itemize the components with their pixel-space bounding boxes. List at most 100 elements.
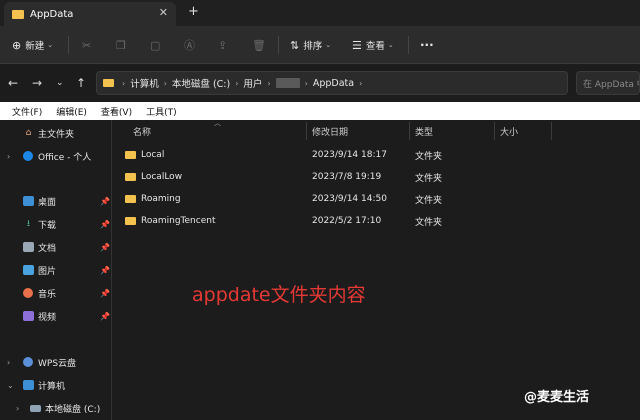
chevron-down-icon: ⌄ bbox=[325, 41, 332, 49]
table-row[interactable]: RoamingTencent 2022/5/2 17:10 文件夹 bbox=[113, 210, 640, 232]
menu-file[interactable]: 文件(F) bbox=[12, 105, 42, 118]
chevron-right-icon[interactable]: › bbox=[7, 152, 10, 161]
arrow-left-icon: ← bbox=[8, 76, 19, 90]
sidebar-item-pictures[interactable]: 图片 📌 bbox=[0, 260, 112, 280]
recent-locations-button[interactable]: ⌄ bbox=[56, 64, 64, 102]
breadcrumb-separator-icon: › bbox=[359, 78, 363, 88]
column-header-date[interactable]: 修改日期 bbox=[312, 120, 348, 142]
paste-button[interactable]: ▢ bbox=[150, 26, 164, 64]
address-row: ← → ⌄ ↑ › 计算机 › 本地磁盘 (C:) › 用户 › › AppDa… bbox=[0, 64, 640, 102]
redacted-username[interactable] bbox=[275, 78, 300, 88]
file-name: Local bbox=[141, 150, 165, 160]
menu-tools[interactable]: 工具(T) bbox=[146, 105, 177, 118]
copy-button[interactable]: ❐ bbox=[116, 26, 130, 64]
pin-icon[interactable]: 📌 bbox=[100, 197, 110, 206]
sidebar-item-desktop[interactable]: 桌面 📌 bbox=[0, 191, 112, 211]
share-button[interactable]: ⇪ bbox=[218, 26, 231, 64]
sidebar-item-music[interactable]: 音乐 📌 bbox=[0, 283, 112, 303]
sidebar-item-label: 图片 bbox=[38, 266, 57, 277]
pin-icon[interactable]: 📌 bbox=[100, 289, 110, 298]
rename-icon: Ⓐ bbox=[184, 39, 195, 52]
command-bar: ⊕ 新建 ⌄ ✂ ❐ ▢ Ⓐ ⇪ 🗑 ⇅ 排序 ⌄ ☰ 查看 ⌄ ··· bbox=[0, 26, 640, 64]
new-button[interactable]: ⊕ 新建 ⌄ bbox=[12, 26, 53, 64]
video-icon bbox=[23, 311, 34, 321]
pin-icon[interactable]: 📌 bbox=[100, 312, 110, 321]
share-icon: ⇪ bbox=[218, 38, 228, 52]
sidebar-item-office[interactable]: › Office - 个人 bbox=[0, 146, 112, 166]
drive-icon bbox=[30, 404, 41, 412]
view-lines-icon: ☰ bbox=[352, 38, 362, 52]
column-divider[interactable] bbox=[409, 122, 410, 140]
table-row[interactable]: LocalLow 2023/7/8 19:19 文件夹 bbox=[113, 166, 640, 188]
pin-icon[interactable]: 📌 bbox=[100, 220, 110, 229]
file-list: ︿ 名称 修改日期 类型 大小 Local 2023/9/14 18:17 文件… bbox=[113, 119, 640, 420]
sidebar-item-wps-cloud[interactable]: › WPS云盘 bbox=[0, 352, 112, 372]
up-button[interactable]: ↑ bbox=[76, 64, 86, 102]
chevron-right-icon[interactable]: › bbox=[7, 358, 10, 367]
forward-button[interactable]: → bbox=[32, 64, 42, 102]
tab-appdata[interactable]: AppData ✕ bbox=[4, 2, 176, 26]
pin-icon[interactable]: 📌 bbox=[100, 243, 110, 252]
sidebar-item-home[interactable]: ⌂ 主文件夹 bbox=[0, 123, 112, 143]
sidebar-item-documents[interactable]: 文档 📌 bbox=[0, 237, 112, 257]
breadcrumb-computer[interactable]: 计算机 bbox=[130, 76, 159, 90]
file-type: 文件夹 bbox=[415, 173, 443, 184]
folder-icon bbox=[125, 173, 136, 181]
file-name: LocalLow bbox=[141, 172, 183, 182]
chevron-right-icon[interactable]: › bbox=[16, 404, 19, 413]
file-type: 文件夹 bbox=[415, 217, 443, 228]
tab-title: AppData bbox=[30, 8, 74, 20]
sidebar-item-label: 主文件夹 bbox=[38, 129, 75, 140]
breadcrumb-users[interactable]: 用户 bbox=[243, 76, 262, 90]
folder-icon bbox=[12, 9, 24, 19]
toolbar-divider bbox=[278, 36, 279, 54]
table-row[interactable]: Local 2023/9/14 18:17 文件夹 bbox=[113, 144, 640, 166]
column-divider[interactable] bbox=[306, 122, 307, 140]
sidebar-item-local-disk[interactable]: › 本地磁盘 (C:) bbox=[0, 398, 112, 418]
menu-view[interactable]: 查看(V) bbox=[101, 105, 132, 118]
sort-button[interactable]: ⇅ 排序 ⌄ bbox=[290, 26, 331, 64]
toolbar-divider bbox=[408, 36, 409, 54]
new-tab-button[interactable]: + bbox=[188, 4, 199, 19]
breadcrumb-appdata[interactable]: AppData bbox=[313, 78, 354, 89]
modified-date: 2023/9/14 14:50 bbox=[312, 194, 387, 204]
column-divider[interactable] bbox=[551, 122, 552, 140]
plus-circle-icon: ⊕ bbox=[12, 38, 22, 52]
column-header-name[interactable]: 名称 bbox=[133, 120, 151, 142]
table-row[interactable]: Roaming 2023/9/14 14:50 文件夹 bbox=[113, 188, 640, 210]
sidebar-item-videos[interactable]: 视频 📌 bbox=[0, 306, 112, 326]
sidebar-item-label: 桌面 bbox=[38, 197, 57, 208]
back-button[interactable]: ← bbox=[8, 64, 18, 102]
pin-icon[interactable]: 📌 bbox=[100, 266, 110, 275]
delete-button[interactable]: 🗑 bbox=[252, 26, 270, 64]
sidebar-item-label: 视频 bbox=[38, 312, 57, 323]
sidebar-item-downloads[interactable]: ⭳ 下载 📌 bbox=[0, 214, 112, 234]
cut-button[interactable]: ✂ bbox=[82, 26, 95, 64]
breadcrumb-local-disk[interactable]: 本地磁盘 (C:) bbox=[172, 76, 230, 90]
sort-icon: ⇅ bbox=[290, 38, 300, 52]
cloud-icon bbox=[23, 151, 33, 161]
more-options-button[interactable]: ··· bbox=[420, 26, 434, 64]
sidebar-item-label: 文档 bbox=[38, 243, 57, 254]
column-divider[interactable] bbox=[494, 122, 495, 140]
sidebar-item-computer[interactable]: ⌄ 计算机 bbox=[0, 375, 112, 395]
close-tab-icon[interactable]: ✕ bbox=[159, 6, 168, 19]
file-name: Roaming bbox=[141, 194, 181, 204]
download-icon: ⭳ bbox=[26, 219, 31, 229]
clipboard-icon: ▢ bbox=[150, 38, 161, 52]
breadcrumb-separator-icon: › bbox=[163, 78, 167, 88]
rename-button[interactable]: Ⓐ bbox=[184, 26, 199, 64]
address-bar[interactable]: › 计算机 › 本地磁盘 (C:) › 用户 › › AppData › bbox=[96, 71, 568, 95]
breadcrumb-separator-icon: › bbox=[304, 78, 308, 88]
menu-edit[interactable]: 编辑(E) bbox=[56, 105, 87, 118]
chevron-down-icon[interactable]: ⌄ bbox=[7, 381, 14, 390]
cloud-icon bbox=[23, 357, 33, 367]
chevron-down-icon: ⌄ bbox=[56, 78, 64, 88]
file-name: RoamingTencent bbox=[141, 216, 216, 226]
column-header-type[interactable]: 类型 bbox=[415, 120, 433, 142]
view-button-label: 查看 bbox=[365, 41, 385, 52]
view-button[interactable]: ☰ 查看 ⌄ bbox=[352, 26, 394, 64]
column-header-size[interactable]: 大小 bbox=[500, 120, 518, 142]
modified-date: 2022/5/2 17:10 bbox=[312, 216, 382, 226]
search-input[interactable]: 在 AppData 中 bbox=[576, 71, 640, 95]
